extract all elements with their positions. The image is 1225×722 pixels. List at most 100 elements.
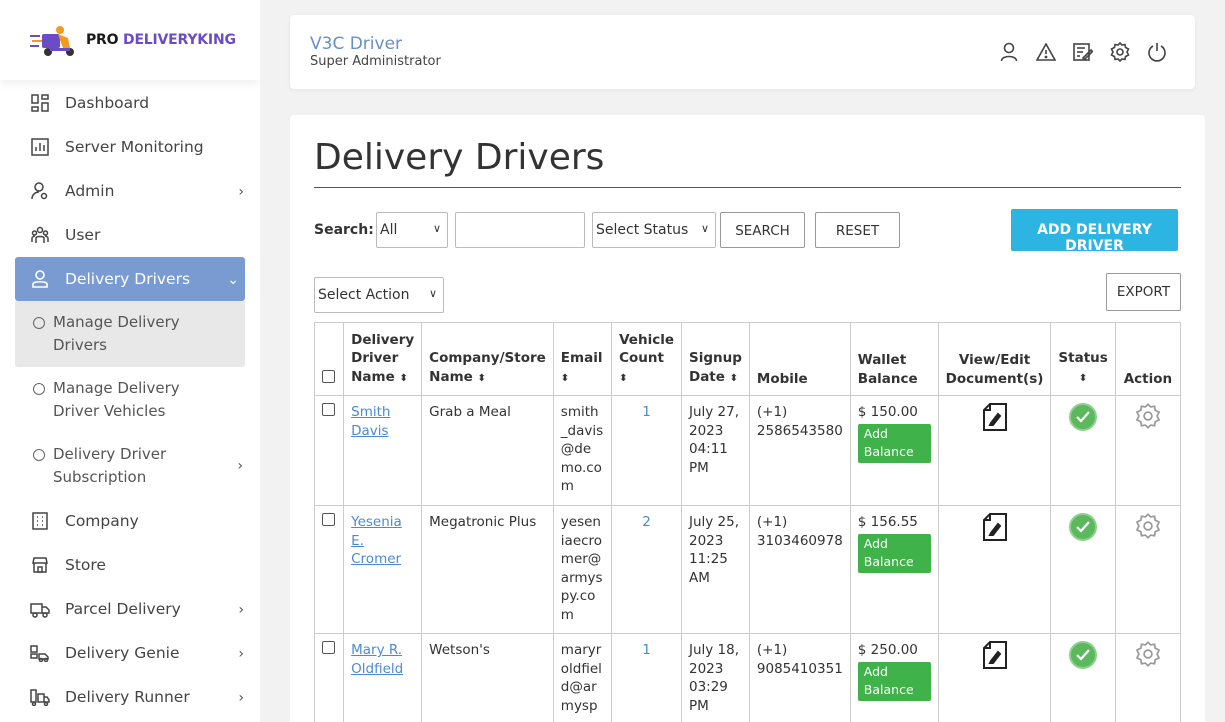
drivers-table: Delivery Driver Name ⬍ Company/Store Nam… <box>313 322 1182 722</box>
gear-icon[interactable] <box>1135 513 1161 539</box>
sidebar-item-dashboard[interactable]: Dashboard <box>0 81 260 125</box>
sidebar-item-admin[interactable]: Admin › <box>0 169 260 213</box>
sidebar-item-delivery-runner[interactable]: Delivery Runner › <box>0 675 260 719</box>
dashboard-icon <box>30 93 50 113</box>
edit-note-icon[interactable] <box>1073 41 1093 63</box>
sidebar-item-label: Delivery Runner <box>65 688 190 706</box>
driver-name-link[interactable]: Smith Davis <box>351 404 390 439</box>
col-driver-name[interactable]: Delivery Driver Name ⬍ <box>343 322 423 396</box>
circle-icon <box>33 449 45 461</box>
logo[interactable]: PRO DELIVERYKING <box>0 0 260 80</box>
power-icon[interactable] <box>1147 41 1167 63</box>
search-button[interactable]: SEARCH <box>720 212 805 248</box>
document-edit-icon[interactable] <box>982 403 1008 431</box>
search-bar: Search: All ∨ Select Status ∨ SEARCH RES… <box>314 209 1181 254</box>
sidebar-subitem-manage-vehicles[interactable]: Manage Delivery Driver Vehicles <box>15 367 245 433</box>
select-all-header <box>313 322 345 396</box>
add-balance-button[interactable]: Add Balance <box>857 661 931 701</box>
vehicle-count-link[interactable]: 1 <box>642 404 651 420</box>
active-check-icon[interactable] <box>1069 641 1098 669</box>
col-status[interactable]: Status ⬍ <box>1050 322 1116 396</box>
chevron-down-icon: ∨ <box>700 222 709 235</box>
sort-icon: ⬍ <box>1078 372 1088 384</box>
profile-icon[interactable] <box>999 41 1019 63</box>
settings-icon[interactable] <box>1110 41 1130 63</box>
select-all-checkbox[interactable] <box>322 369 335 383</box>
sidebar-item-user[interactable]: User <box>0 213 260 257</box>
reset-button[interactable]: RESET <box>815 212 900 248</box>
document-edit-icon[interactable] <box>982 513 1008 541</box>
table-header-row: Delivery Driver Name ⬍ Company/Store Nam… <box>313 322 1182 396</box>
search-input[interactable] <box>455 212 585 248</box>
sidebar-item-label: Server Monitoring <box>65 138 204 156</box>
col-label: Email <box>560 350 603 366</box>
gear-icon[interactable] <box>1135 641 1161 667</box>
status-select[interactable]: Select Status ∨ <box>592 212 716 248</box>
vehicle-count-link[interactable]: 2 <box>642 514 651 530</box>
search-field-value: All <box>380 222 398 238</box>
table-row: Yesenia E. Cromer Megatronic Plus yeseni… <box>313 505 1182 634</box>
sidebar-item-company[interactable]: Company <box>0 499 260 543</box>
sidebar-item-label: Company <box>65 512 139 530</box>
sidebar-item-store[interactable]: Store <box>0 543 260 587</box>
active-check-icon[interactable] <box>1069 513 1098 541</box>
page-title: Delivery Drivers <box>314 137 605 178</box>
sidebar-subitem-manage-drivers[interactable]: Manage Delivery Drivers <box>15 301 245 367</box>
row-checkbox[interactable] <box>322 641 335 654</box>
driver-icon <box>30 269 50 289</box>
add-balance-button[interactable]: Add Balance <box>857 533 931 573</box>
document-edit-icon[interactable] <box>982 641 1008 669</box>
sidebar-item-delivery-genie[interactable]: Delivery Genie › <box>0 631 260 675</box>
sidebar-item-server-monitoring[interactable]: Server Monitoring <box>0 125 260 169</box>
sort-icon: ⬍ <box>729 372 739 384</box>
search-field-select[interactable]: All ∨ <box>376 212 448 248</box>
mobile-cell: (+1) 3103460978 <box>748 505 851 634</box>
runner-icon <box>30 687 50 707</box>
sidebar-item-label: Parcel Delivery <box>65 600 181 618</box>
wallet-balance: $ 150.00 <box>857 404 918 420</box>
add-balance-button[interactable]: Add Balance <box>857 423 931 463</box>
sidebar-item-label: Admin <box>65 182 115 200</box>
col-email[interactable]: Email ⬍ <box>552 322 613 396</box>
chevron-down-icon: ∨ <box>432 222 441 235</box>
col-wallet-balance: Wallet Balance <box>849 322 939 396</box>
driver-name-cell: Mary R. Oldfield <box>343 633 423 722</box>
circle-icon <box>33 383 45 395</box>
signup-date-cell: July 18, 2023 03:29 PM <box>680 633 750 722</box>
row-checkbox[interactable] <box>322 403 335 416</box>
sidebar-subitem-label: Manage Delivery Drivers <box>53 313 180 354</box>
warning-icon[interactable] <box>1036 41 1056 63</box>
table-row: Smith Davis Grab a Meal smith_davis@demo… <box>313 395 1182 506</box>
add-delivery-driver-button[interactable]: ADD DELIVERY DRIVER <box>1011 209 1178 254</box>
driver-name-link[interactable]: Mary R. Oldfield <box>351 642 403 677</box>
driver-name-link[interactable]: Yesenia E. Cromer <box>351 514 402 567</box>
col-signup-date[interactable]: Signup Date ⬍ <box>680 322 750 396</box>
bulk-action-select[interactable]: Select Action ∨ <box>314 277 444 313</box>
col-vehicle-count[interactable]: Vehicle Count ⬍ <box>611 322 682 396</box>
sort-icon: ⬍ <box>399 372 408 384</box>
vehicle-count-link[interactable]: 1 <box>642 642 651 658</box>
status-cell <box>1050 505 1116 634</box>
sidebar-item-label: User <box>65 226 101 244</box>
chevron-down-icon: ⌄ <box>227 272 239 288</box>
driver-name-cell: Smith Davis <box>343 395 423 506</box>
row-checkbox[interactable] <box>322 513 335 526</box>
wallet-cell: $ 150.00 Add Balance <box>849 395 939 506</box>
chevron-down-icon: ∨ <box>428 287 437 300</box>
sidebar-item-parcel-delivery[interactable]: Parcel Delivery › <box>0 587 260 631</box>
user-name[interactable]: V3C Driver <box>310 34 402 54</box>
store-icon <box>30 555 50 575</box>
status-cell <box>1050 395 1116 506</box>
chevron-right-icon: › <box>238 646 244 662</box>
vehicle-count-cell: 1 <box>611 633 682 722</box>
wallet-cell: $ 250.00 Add Balance <box>849 633 939 722</box>
sidebar-item-delivery-drivers[interactable]: Delivery Drivers ⌄ <box>15 257 245 301</box>
gear-icon[interactable] <box>1135 403 1161 429</box>
active-check-icon[interactable] <box>1069 403 1098 431</box>
col-company[interactable]: Company/Store Name ⬍ <box>421 322 554 396</box>
export-button[interactable]: EXPORT <box>1106 273 1181 311</box>
action-cell <box>1114 505 1182 634</box>
col-documents: View/Edit Document(s) <box>937 322 1052 396</box>
signup-date-cell: July 25, 2023 11:25 AM <box>680 505 750 634</box>
sidebar-subitem-subscription[interactable]: Delivery Driver Subscription › <box>15 433 245 499</box>
